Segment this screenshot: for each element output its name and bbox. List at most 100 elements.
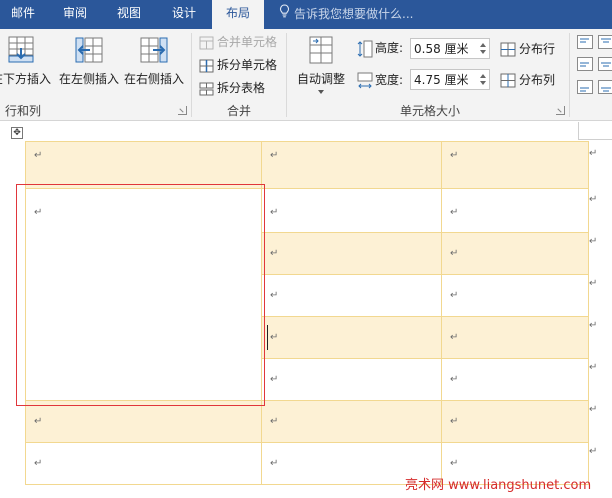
spin-down-icon[interactable] [480, 81, 486, 85]
insert-right-button[interactable]: 在右侧插入 [123, 34, 185, 98]
insert-right-label: 在右侧插入 [123, 72, 184, 86]
cell-size-launcher-icon[interactable] [556, 106, 565, 115]
table-cell[interactable]: ↵ [25, 442, 262, 485]
table-cell[interactable]: ↵ [261, 358, 442, 401]
watermark: 亮术网 www.liangshunet.com [405, 478, 592, 493]
align-middle-center-icon[interactable] [598, 57, 612, 71]
table-cell[interactable]: ↵ [441, 400, 589, 443]
merge-cells-label: 合并单元格 [217, 35, 278, 49]
split-cells-label: 拆分单元格 [217, 58, 278, 72]
ribbon-tab-bar: 邮件 审阅 视图 设计 布局 告诉我您想要做什么... [0, 0, 612, 30]
rows-columns-group-label: 行和列 [4, 104, 41, 118]
tab-view[interactable]: 视图 [106, 0, 152, 29]
page-margin-mark [578, 122, 579, 140]
table-cell[interactable]: ↵ [261, 232, 442, 275]
row-height-input[interactable] [411, 39, 477, 58]
tab-review[interactable]: 审阅 [52, 0, 98, 29]
column-width-icon [357, 72, 373, 88]
spinner-arrows[interactable] [477, 70, 489, 89]
height-label-text: 高度: [375, 41, 404, 55]
align-middle-left-icon[interactable] [577, 57, 593, 71]
paragraph-mark: ↵ [34, 416, 43, 427]
merged-table-cell[interactable]: ↵ [25, 188, 262, 401]
spinner-arrows[interactable] [477, 39, 489, 58]
table-move-handle-icon[interactable]: ✥ [11, 127, 23, 139]
end-of-row-mark: ↵ [589, 148, 598, 159]
end-of-row-mark: ↵ [589, 278, 598, 289]
rows-columns-launcher-icon[interactable] [178, 106, 187, 115]
table-cell[interactable]: ↵ [261, 316, 442, 359]
table-cell[interactable]: ↵ [261, 141, 442, 189]
insert-left-button[interactable]: 在左侧插入 [58, 34, 120, 98]
insert-below-button[interactable]: 在下方插入 [0, 34, 52, 98]
tab-layout[interactable]: 布局 [212, 0, 264, 30]
table-cell[interactable]: ↵ [25, 400, 262, 443]
chevron-down-icon [318, 90, 324, 94]
paragraph-mark: ↵ [270, 207, 279, 218]
column-width-input[interactable] [411, 70, 477, 89]
autofit-icon [309, 36, 333, 64]
split-cells-button[interactable]: 拆分单元格 [199, 56, 277, 74]
align-bottom-center-icon[interactable] [598, 80, 612, 94]
align-top-center-icon[interactable] [598, 35, 612, 49]
distribute-rows-button[interactable]: 分布行 [500, 40, 555, 58]
table-cell[interactable]: ↵ [441, 232, 589, 275]
merge-cells-button[interactable]: 合并单元格 [199, 33, 277, 51]
paragraph-mark: ↵ [450, 458, 459, 469]
table-cell[interactable]: ↵ [25, 141, 262, 189]
end-of-row-mark: ↵ [589, 404, 598, 415]
paragraph-mark: ↵ [270, 458, 279, 469]
distribute-columns-button[interactable]: 分布列 [500, 71, 555, 89]
paragraph-mark: ↵ [450, 290, 459, 301]
table-cell[interactable]: ↵ [441, 188, 589, 233]
align-bottom-left-icon[interactable] [577, 80, 593, 94]
table-cell[interactable]: ↵ [441, 358, 589, 401]
table-cell[interactable]: ↵ [441, 274, 589, 317]
paragraph-mark: ↵ [270, 332, 279, 343]
paragraph-mark: ↵ [270, 416, 279, 427]
paragraph-mark: ↵ [34, 458, 43, 469]
document-table[interactable]: ↵ ↵ ↵ ↵ ↵ ↵ ↵ ↵ ↵ ↵ ↵ ↵ ↵ ↵ ↵ ↵ ↵ ↵ ↵ ↵ [25, 141, 589, 485]
autofit-label: 自动调整 [296, 72, 345, 86]
spin-up-icon[interactable] [480, 43, 486, 47]
insert-left-label: 在左侧插入 [58, 72, 119, 86]
cell-size-group-label: 单元格大小 [399, 104, 460, 118]
paragraph-mark: ↵ [450, 248, 459, 259]
autofit-button[interactable]: 自动调整 [292, 34, 350, 98]
paragraph-mark: ↵ [450, 332, 459, 343]
end-of-row-mark: ↵ [589, 446, 598, 457]
row-height-icon [357, 40, 373, 57]
paragraph-mark: ↵ [270, 290, 279, 301]
merge-cells-icon [199, 36, 214, 49]
distribute-columns-label: 分布列 [519, 73, 556, 87]
table-cell[interactable]: ↵ [261, 188, 442, 233]
paragraph-mark: ↵ [450, 207, 459, 218]
page-margin-mark [578, 139, 612, 140]
paragraph-mark: ↵ [450, 374, 459, 385]
column-width-spinner[interactable] [410, 69, 490, 90]
table-cell[interactable]: ↵ [441, 141, 589, 189]
spin-down-icon[interactable] [480, 50, 486, 54]
table-cell[interactable]: ↵ [261, 274, 442, 317]
tab-design[interactable]: 设计 [160, 0, 208, 29]
row-height-spinner[interactable] [410, 38, 490, 59]
spin-up-icon[interactable] [480, 74, 486, 78]
table-cell[interactable]: ↵ [261, 400, 442, 443]
text-cursor [267, 325, 268, 350]
table-row: ↵ ↵ ↵ [25, 188, 589, 401]
end-of-row-mark: ↵ [589, 236, 598, 247]
insert-right-icon [140, 37, 168, 63]
paragraph-mark: ↵ [270, 150, 279, 161]
paragraph-mark: ↵ [34, 207, 43, 218]
column-width-label: 宽度: [357, 70, 403, 90]
paragraph-mark: ↵ [34, 150, 43, 161]
table-cell[interactable]: ↵ [441, 316, 589, 359]
group-divider [286, 33, 287, 117]
tab-mailings[interactable]: 邮件 [0, 0, 46, 29]
ribbon: 在下方插入 在左侧插入 在右侧插入 行和列 合并单元格 拆分单元格 拆分表格 合… [0, 29, 612, 121]
tell-me-box[interactable]: 告诉我您想要做什么... [276, 0, 413, 29]
insert-below-label: 在下方插入 [0, 72, 51, 86]
split-table-button[interactable]: 拆分表格 [199, 79, 265, 97]
group-divider [191, 33, 192, 117]
align-top-left-icon[interactable] [577, 35, 593, 49]
